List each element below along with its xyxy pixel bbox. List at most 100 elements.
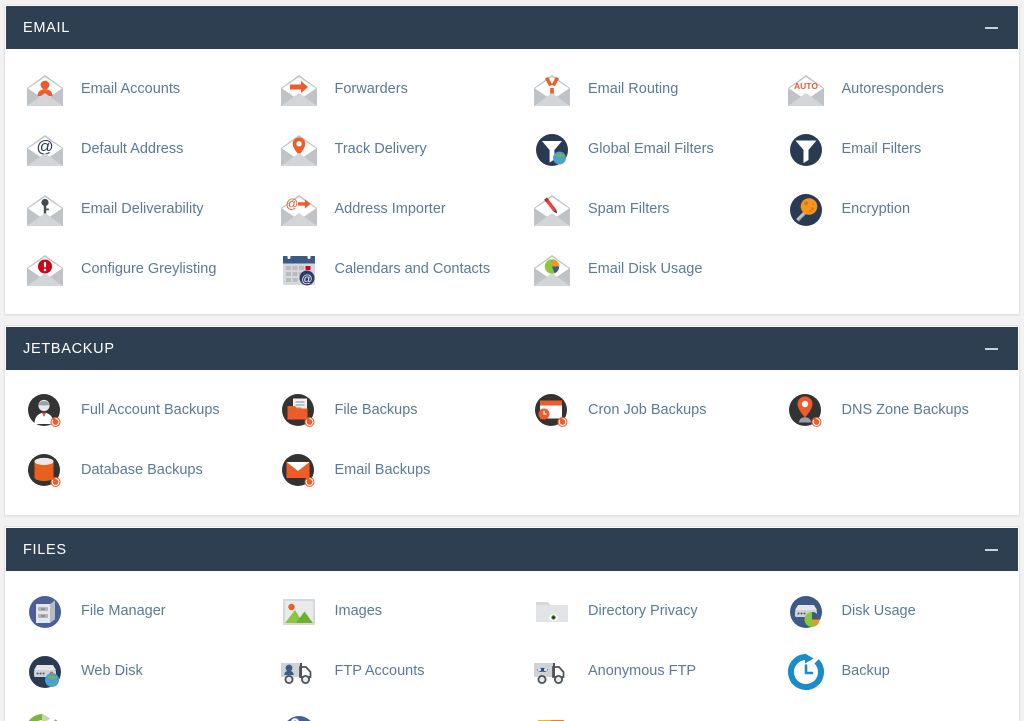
item-label: Directory Privacy	[588, 603, 698, 620]
panel-header-files[interactable]: FILES	[6, 528, 1018, 571]
envelope-piechart-icon	[529, 248, 575, 292]
item-label: Forwarders	[334, 81, 408, 98]
item-database-backups[interactable]: Database Backups	[5, 441, 259, 501]
item-label: File Manager	[81, 603, 166, 620]
item-file-manager[interactable]: File Manager	[5, 582, 259, 642]
item-label: Configure Greylisting	[81, 261, 217, 278]
item-full-account-backups[interactable]: Full Account Backups	[5, 381, 259, 441]
item-label: Email Accounts	[81, 81, 181, 98]
envelope-routing-icon	[529, 68, 575, 112]
icon-grid-files: File Manager Images Directory Privacy Di…	[5, 582, 1019, 721]
panel-jetbackup: JETBACKUP Full Account Backups File Back…	[4, 325, 1020, 516]
envelope-key-icon	[22, 188, 68, 232]
item-label: Email Backups	[334, 462, 431, 479]
item-configure-greylisting[interactable]: Configure Greylisting	[5, 240, 259, 300]
item-track-delivery[interactable]: Track Delivery	[259, 120, 513, 180]
item-label: Cron Job Backups	[588, 402, 707, 419]
item-images[interactable]: Images	[259, 582, 513, 642]
item-label: Web Disk	[81, 663, 143, 680]
envelope-at-icon: @	[22, 128, 68, 172]
item-email-deliverability[interactable]: Email Deliverability	[5, 180, 259, 240]
item-calendars-and-contacts[interactable]: @ Calendars and Contacts	[259, 240, 513, 300]
icon-grid-email: Email Accounts Forwarders Email Routing …	[5, 60, 1019, 300]
item-label: Address Importer	[334, 201, 446, 218]
panel-header-jetbackup[interactable]: JETBACKUP	[6, 327, 1018, 370]
item-address-importer[interactable]: @ Address Importer	[259, 180, 513, 240]
panel-title-jetbackup: JETBACKUP	[23, 340, 115, 357]
item-label: Global Email Filters	[588, 141, 714, 158]
item-label: Backup	[841, 663, 890, 680]
funnel-icon	[783, 128, 829, 172]
envelope-alert-icon	[22, 248, 68, 292]
server-piechart-icon	[783, 590, 829, 634]
truck-user-icon	[276, 650, 322, 694]
item-web-disk[interactable]: Web Disk	[5, 642, 259, 702]
item-label: Default Address	[81, 141, 184, 158]
folder-eye-icon	[529, 590, 575, 634]
item-anonymous-ftp[interactable]: Anonymous FTP	[512, 642, 766, 702]
panel-email: EMAIL Email Accounts Forwarders Email Ro…	[4, 4, 1020, 315]
picture-icon	[276, 590, 322, 634]
item-forwarders[interactable]: Forwarders	[259, 60, 513, 120]
calendar-at-icon: @	[276, 248, 322, 292]
server-globe-icon	[22, 650, 68, 694]
item-label: Email Deliverability	[81, 201, 204, 218]
item-label: Encryption	[841, 201, 911, 218]
user-backup-icon	[22, 389, 68, 433]
restore-clock-icon	[783, 650, 829, 694]
key-lock-icon	[783, 188, 829, 232]
svg-text:AUTO: AUTO	[794, 81, 818, 91]
item-spam-filters[interactable]: Spam Filters	[512, 180, 766, 240]
item-label: Database Backups	[81, 462, 203, 479]
file-cabinet-icon	[22, 590, 68, 634]
calculator-icon	[529, 710, 575, 721]
item-label: Email Filters	[841, 141, 922, 158]
panel-title-files: FILES	[23, 541, 67, 558]
git-branch-icon	[276, 710, 322, 721]
item-autoresponders[interactable]: AUTO Autoresponders	[766, 60, 1020, 120]
item-email-accounts[interactable]: Email Accounts	[5, 60, 259, 120]
item-email-backups[interactable]: Email Backups	[259, 441, 513, 501]
item-label: Calendars and Contacts	[334, 261, 491, 278]
item-directory-privacy[interactable]: Directory Privacy	[512, 582, 766, 642]
item-label: Autoresponders	[841, 81, 944, 98]
envelope-backup-icon	[276, 449, 322, 493]
minus-bar	[984, 347, 998, 350]
item-email-routing[interactable]: Email Routing	[512, 60, 766, 120]
item-email-disk-usage[interactable]: Email Disk Usage	[512, 240, 766, 300]
minus-bar	[984, 548, 998, 551]
minus-bar	[984, 26, 998, 29]
item-backup-wizard[interactable]: Backup Wizard	[5, 702, 259, 721]
item-encryption[interactable]: Encryption	[766, 180, 1020, 240]
panel-body-files: File Manager Images Directory Privacy Di…	[5, 572, 1019, 721]
item-label: Track Delivery	[334, 141, 427, 158]
item-label: Email Disk Usage	[588, 261, 703, 278]
panel-header-email[interactable]: EMAIL	[6, 6, 1018, 49]
item-file-backups[interactable]: File Backups	[259, 381, 513, 441]
funnel-globe-icon	[529, 128, 575, 172]
envelope-pin-icon	[276, 128, 322, 172]
svg-text:@: @	[285, 197, 298, 211]
item-label: Spam Filters	[588, 201, 670, 218]
item-backup[interactable]: Backup	[766, 642, 1020, 702]
item-label: FTP Accounts	[334, 663, 425, 680]
restore-wizard-icon	[22, 710, 68, 721]
item-git-version-control[interactable]: Git™ Version Control	[259, 702, 513, 721]
item-inode-counter[interactable]: Inode counter	[512, 702, 766, 721]
minus-icon[interactable]	[980, 17, 1002, 39]
item-dns-zone-backups[interactable]: DNS Zone Backups	[766, 381, 1020, 441]
folder-file-backup-icon	[276, 389, 322, 433]
item-label: File Backups	[334, 402, 418, 419]
item-disk-usage[interactable]: Disk Usage	[766, 582, 1020, 642]
minus-icon[interactable]	[980, 539, 1002, 561]
item-global-email-filters[interactable]: Global Email Filters	[512, 120, 766, 180]
item-label: Anonymous FTP	[588, 663, 696, 680]
item-default-address[interactable]: @ Default Address	[5, 120, 259, 180]
envelope-pencil-icon	[529, 188, 575, 232]
item-cron-job-backups[interactable]: Cron Job Backups	[512, 381, 766, 441]
item-email-filters[interactable]: Email Filters	[766, 120, 1020, 180]
minus-icon[interactable]	[980, 338, 1002, 360]
item-ftp-accounts[interactable]: FTP Accounts	[259, 642, 513, 702]
cpanel-main-area: EMAIL Email Accounts Forwarders Email Ro…	[0, 0, 1024, 721]
truck-mask-icon	[529, 650, 575, 694]
